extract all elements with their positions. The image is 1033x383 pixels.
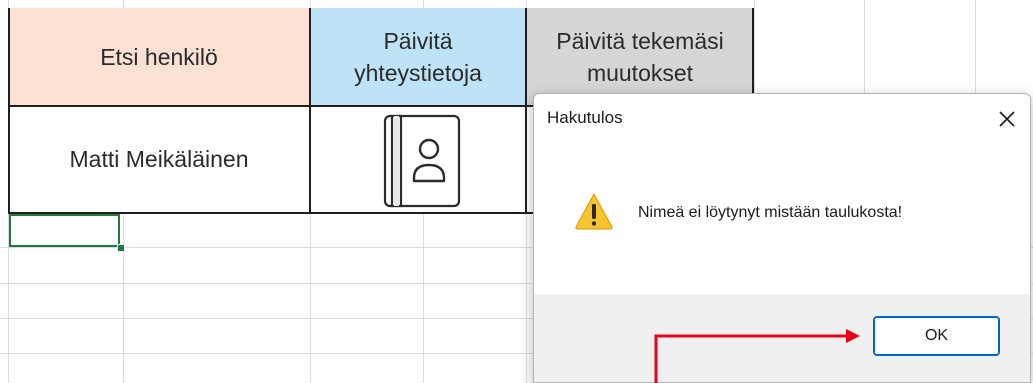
- warning-icon: [575, 193, 613, 230]
- active-cell-selection[interactable]: [9, 214, 120, 247]
- update-contacts-label: Päivitä yhteystietoja: [354, 27, 482, 86]
- table-border: [309, 8, 311, 214]
- save-changes-label: Päivitä tekemäsi muutokset: [556, 27, 724, 86]
- name-value: Matti Meikäläinen: [69, 146, 249, 173]
- table-border: [8, 8, 10, 214]
- dialog-footer: OK: [534, 294, 1030, 382]
- contact-book-icon[interactable]: [383, 114, 461, 208]
- ok-button[interactable]: OK: [873, 316, 1000, 356]
- message-dialog: Hakutulos Nimeä ei löytynyt mistään taul…: [533, 93, 1031, 383]
- search-person-button[interactable]: Etsi henkilö: [8, 8, 310, 106]
- close-icon: [999, 111, 1015, 127]
- search-person-label: Etsi henkilö: [100, 43, 218, 70]
- dialog-message: Nimeä ei löytynyt mistään taulukosta!: [638, 204, 903, 221]
- table-border: [525, 8, 527, 214]
- dialog-title: Hakutulos: [547, 108, 623, 127]
- close-button[interactable]: [990, 102, 1024, 136]
- save-changes-button[interactable]: Päivitä tekemäsi muutokset: [526, 8, 754, 106]
- fill-handle[interactable]: [117, 244, 125, 252]
- dialog-titlebar[interactable]: Hakutulos: [534, 94, 1030, 144]
- update-contacts-button[interactable]: Päivitä yhteystietoja: [310, 8, 526, 106]
- dialog-body: Nimeä ei löytynyt mistään taulukosta!: [534, 144, 1030, 294]
- name-input-cell[interactable]: Matti Meikäläinen: [8, 106, 310, 213]
